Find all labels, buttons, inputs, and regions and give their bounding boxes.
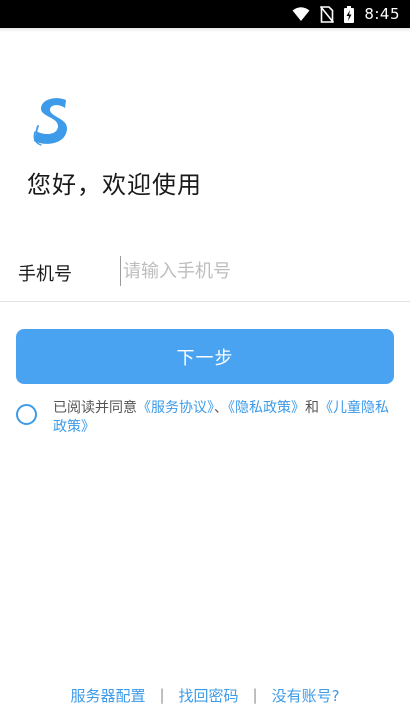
status-time: 8:45 [364, 5, 400, 23]
phone-label: 手机号 [18, 264, 72, 285]
no-sim-icon [320, 5, 335, 23]
welcome-title: 您好，欢迎使用 [27, 171, 202, 199]
battery-charging-icon [344, 5, 355, 23]
next-button[interactable]: 下一步 [16, 329, 394, 384]
agreement-text: 已阅读并同意《服务协议》、《隐私政策》和《儿童隐私政策》 [53, 399, 398, 437]
server-config-link[interactable]: 服务器配置 [70, 685, 145, 706]
agreement-prefix: 已阅读并同意 [53, 400, 137, 416]
status-bar-shadow [0, 28, 410, 32]
status-bar: 8:45 [0, 0, 410, 28]
agreement-checkbox[interactable] [16, 404, 37, 425]
agreement-sep: 、 [214, 400, 228, 416]
wifi-icon [292, 6, 310, 22]
find-password-link[interactable]: 找回密码 [179, 685, 239, 706]
phone-row: 手机号 [0, 240, 410, 302]
register-link[interactable]: 没有账号? [272, 685, 340, 706]
status-icons: 8:45 [292, 0, 400, 28]
footer-links: 服务器配置 | 找回密码 | 没有账号? [0, 684, 410, 706]
footer-separator: | [252, 686, 258, 704]
footer-separator: | [159, 686, 165, 704]
app-logo-s-icon [32, 96, 72, 148]
privacy-policy-link[interactable]: 《隐私政策》 [228, 400, 305, 416]
phone-divider [0, 301, 410, 302]
service-agreement-link[interactable]: 《服务协议》 [137, 400, 214, 416]
phone-input[interactable] [120, 256, 393, 286]
agreement-and: 和 [305, 400, 319, 416]
